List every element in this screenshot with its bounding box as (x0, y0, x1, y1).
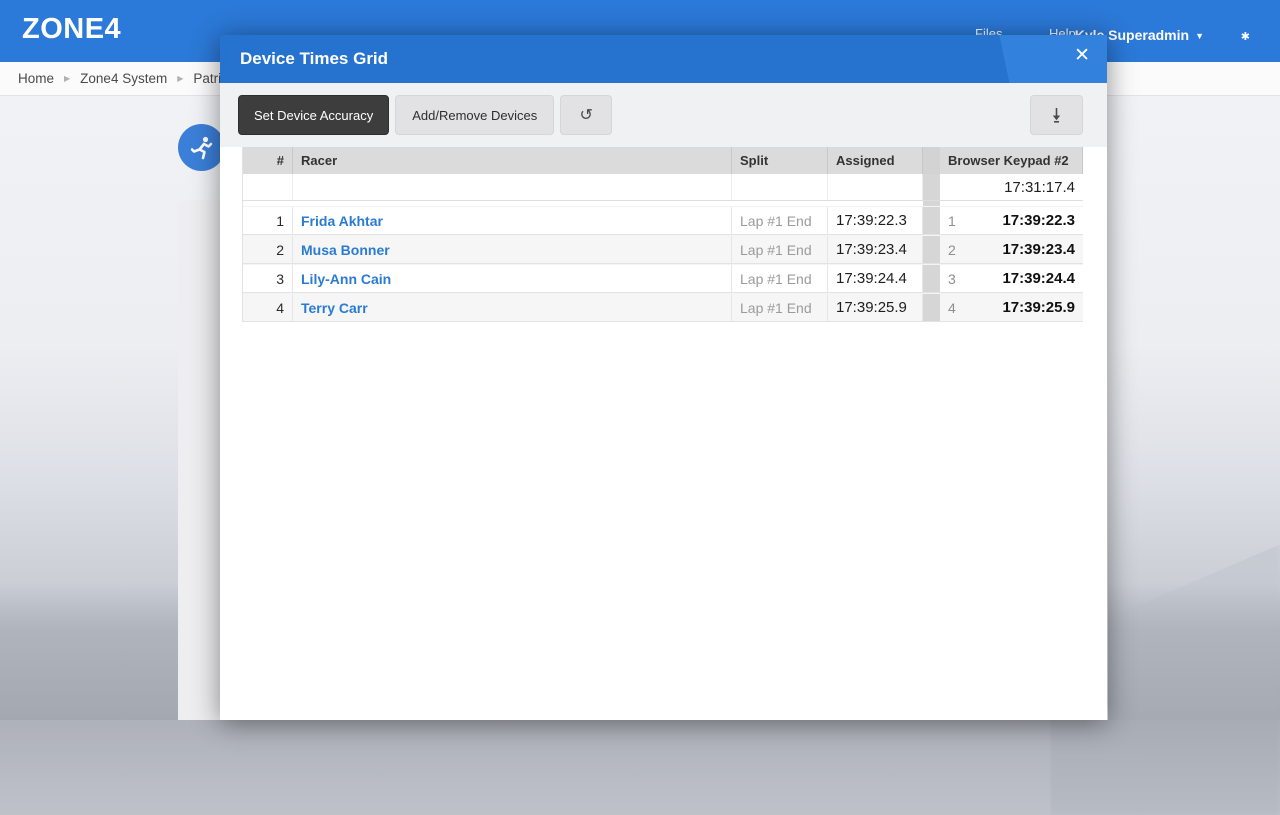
table-row: 2 Musa Bonner Lap #1 End 17:39:23.4 2 17… (243, 235, 1083, 264)
breadcrumb-home[interactable]: Home (18, 71, 54, 86)
column-header-split: Split (732, 147, 828, 174)
add-remove-devices-button[interactable]: Add/Remove Devices (395, 95, 555, 135)
zone4-logo[interactable]: ZONE4 (22, 13, 121, 46)
empty-cell (293, 174, 732, 200)
device-times-grid-modal: Device Times Grid ✕ Set Device Accuracy … (220, 35, 1107, 720)
column-gap (923, 265, 940, 292)
racer-cell: Lily-Ann Cain (293, 265, 732, 292)
racer-link[interactable]: Terry Carr (301, 300, 368, 316)
refresh-button[interactable]: ↺ (560, 95, 613, 135)
modal-toolbar: Set Device Accuracy Add/Remove Devices ↺ (220, 83, 1107, 147)
split-cell: Lap #1 End (732, 294, 828, 321)
breadcrumb-zone4-system[interactable]: Zone4 System (80, 71, 167, 86)
star-icon[interactable]: ✱ (1241, 30, 1250, 43)
assigned-time-cell: 17:39:25.9 (828, 294, 923, 321)
assigned-time-cell: 17:39:22.3 (828, 207, 923, 234)
download-button[interactable] (1030, 95, 1083, 135)
device-time-cell: 17:39:24.4 (1002, 270, 1075, 287)
row-number-cell: 4 (243, 294, 293, 321)
column-gap (923, 174, 940, 200)
table-row: 3 Lily-Ann Cain Lap #1 End 17:39:24.4 3 … (243, 264, 1083, 293)
column-gap (923, 236, 940, 263)
modal-title: Device Times Grid (240, 49, 389, 68)
table-rows: 1 Frida Akhtar Lap #1 End 17:39:22.3 1 1… (243, 206, 1083, 322)
table-row: 1 Frida Akhtar Lap #1 End 17:39:22.3 1 1… (243, 206, 1083, 235)
device-latest-time: 17:31:17.4 (1004, 178, 1075, 196)
download-icon (1052, 108, 1061, 123)
column-header-assigned: Assigned (828, 147, 923, 174)
empty-cell (243, 174, 293, 200)
device-time-cell: 17:39:25.9 (1002, 299, 1075, 316)
row-number-cell: 1 (243, 207, 293, 234)
empty-cell (732, 174, 828, 200)
column-gap (923, 147, 940, 174)
device-index-cell: 1 (948, 212, 956, 229)
table-header-row: # Racer Split Assigned Browser Keypad #2 (243, 147, 1083, 174)
assigned-time-cell: 17:39:24.4 (828, 265, 923, 292)
racer-cell: Frida Akhtar (293, 207, 732, 234)
column-header-device: Browser Keypad #2 (940, 147, 1083, 174)
chevron-down-icon: ▼ (1195, 31, 1204, 41)
runner-icon (178, 124, 225, 171)
device-index-cell: 3 (948, 270, 956, 287)
empty-cell (828, 174, 923, 200)
table-spacer (243, 201, 1083, 206)
device-times-table: # Racer Split Assigned Browser Keypad #2… (242, 147, 1083, 322)
column-gap (923, 294, 940, 321)
modal-header: Device Times Grid ✕ (220, 35, 1107, 83)
close-icon[interactable]: ✕ (1074, 46, 1090, 65)
breadcrumb-separator-icon: ▶ (64, 74, 71, 83)
device-time-cell: 17:39:23.4 (1002, 241, 1075, 258)
assigned-time-cell: 17:39:23.4 (828, 236, 923, 263)
split-cell: Lap #1 End (732, 265, 828, 292)
racer-link[interactable]: Frida Akhtar (301, 213, 383, 229)
split-cell: Lap #1 End (732, 236, 828, 263)
racer-cell: Terry Carr (293, 294, 732, 321)
racer-link[interactable]: Lily-Ann Cain (301, 271, 391, 287)
refresh-icon: ↺ (579, 107, 593, 124)
racer-cell: Musa Bonner (293, 236, 732, 263)
table-row: 4 Terry Carr Lap #1 End 17:39:25.9 4 17:… (243, 293, 1083, 322)
row-number-cell: 2 (243, 236, 293, 263)
device-index-cell: 4 (948, 299, 956, 316)
device-latest-time-row: 17:31:17.4 (243, 174, 1083, 201)
row-number-cell: 3 (243, 265, 293, 292)
column-header-num: # (243, 147, 293, 174)
device-time-cell: 17:39:22.3 (1002, 212, 1075, 229)
racer-link[interactable]: Musa Bonner (301, 242, 390, 258)
column-header-racer: Racer (293, 147, 732, 174)
breadcrumb-separator-icon: ▶ (177, 74, 184, 83)
device-index-cell: 2 (948, 241, 956, 258)
split-cell: Lap #1 End (732, 207, 828, 234)
column-gap (923, 207, 940, 234)
set-device-accuracy-button[interactable]: Set Device Accuracy (238, 95, 390, 135)
